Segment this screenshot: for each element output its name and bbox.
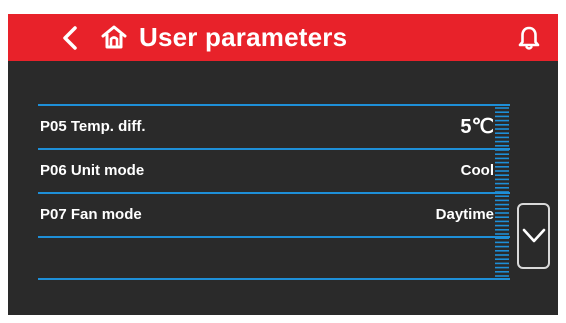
parameter-list: P05 Temp. diff. 5℃ P06 Unit mode Cool P0… [38, 104, 510, 280]
parameter-row-p05[interactable]: P05 Temp. diff. 5℃ [38, 106, 510, 150]
header-bar: User parameters [8, 14, 558, 61]
parameter-label: P07 Fan mode [40, 206, 142, 223]
bell-icon [518, 26, 540, 50]
hmi-screen: User parameters P05 Temp. diff. 5℃ P06 U… [8, 14, 558, 315]
scroll-indicator[interactable] [494, 106, 510, 280]
parameter-label: P05 Temp. diff. [40, 118, 146, 135]
parameter-value: Cool [460, 162, 494, 179]
parameter-row-empty[interactable] [38, 238, 510, 282]
list-divider [38, 278, 510, 280]
home-button[interactable] [100, 23, 128, 51]
page-title: User parameters [139, 22, 348, 52]
home-icon [101, 25, 127, 49]
parameter-value: 5℃ [460, 116, 494, 138]
chevron-down-icon [522, 228, 546, 243]
parameter-value: Daytime [435, 206, 494, 223]
alarm-button[interactable] [516, 25, 542, 51]
parameter-row-p07[interactable]: P07 Fan mode Daytime [38, 194, 510, 238]
scroll-down-button[interactable] [517, 203, 550, 269]
parameter-row-p06[interactable]: P06 Unit mode Cool [38, 150, 510, 194]
chevron-left-icon [63, 26, 77, 50]
back-button[interactable] [58, 22, 82, 54]
parameter-label: P06 Unit mode [40, 162, 145, 179]
